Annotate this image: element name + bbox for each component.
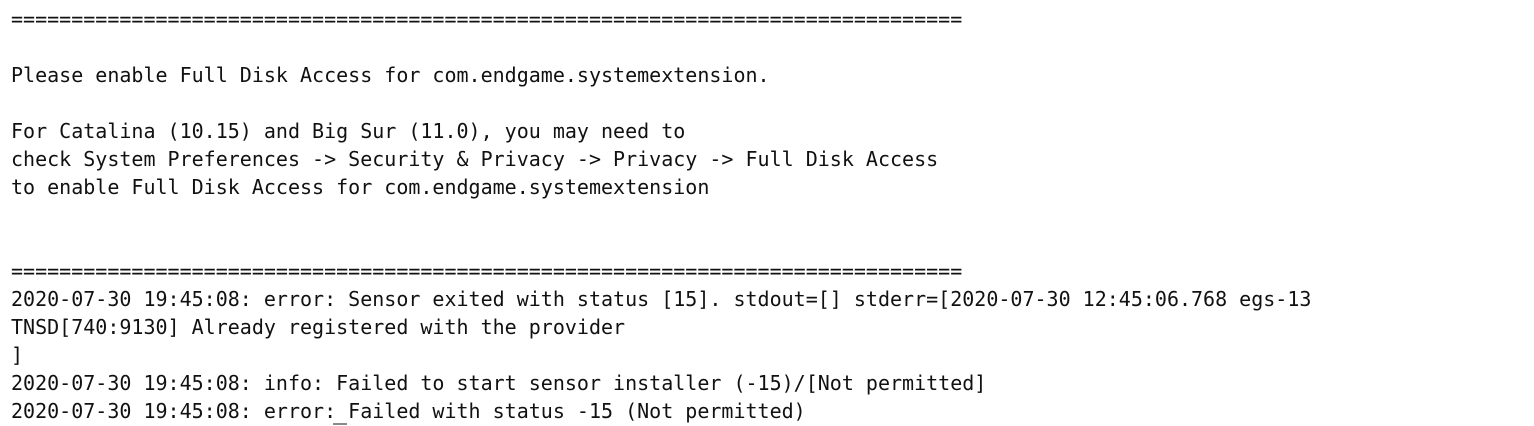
log-line-bracket: ] [11, 343, 24, 367]
log-line-sensor-error: 2020-07-30 19:45:08: error: Sensor exite… [11, 287, 1312, 311]
separator-bottom: ========================================… [11, 259, 963, 283]
log-line-final-error: 2020-07-30 19:45:08: error: Failed with … [11, 399, 806, 423]
message-enable-access: to enable Full Disk Access for com.endga… [11, 175, 710, 199]
terminal-window[interactable]: ========================================… [0, 0, 1534, 426]
text-cursor [333, 423, 347, 425]
message-preferences-path: check System Preferences -> Security & P… [11, 147, 939, 171]
separator-top: ========================================… [11, 7, 963, 31]
log-line-info: 2020-07-30 19:45:08: info: Failed to sta… [11, 371, 987, 395]
message-catalina-bigsur: For Catalina (10.15) and Big Sur (11.0),… [11, 119, 686, 143]
log-line-tnsd: TNSD[740:9130] Already registered with t… [11, 315, 626, 339]
message-full-disk-access: Please enable Full Disk Access for com.e… [11, 63, 770, 87]
